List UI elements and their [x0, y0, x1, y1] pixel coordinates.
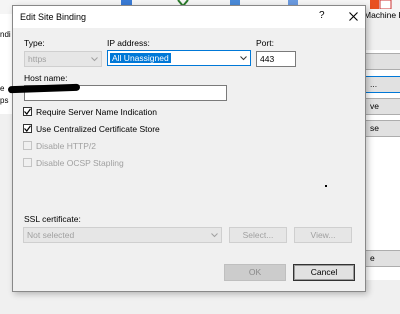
host-name-label: Host name: — [24, 73, 68, 83]
disable-http2-label[interactable]: Disable HTTP/2 — [36, 141, 96, 151]
port-input[interactable]: 443 — [256, 51, 296, 67]
view-certificate-button[interactable]: View... — [294, 227, 352, 243]
type-select[interactable]: https — [24, 51, 102, 67]
centralized-cert-store-label[interactable]: Use Centralized Certificate Store — [36, 124, 160, 134]
ssl-certificate-label: SSL certificate: — [24, 214, 81, 224]
machine-label: Machine K — [364, 10, 400, 20]
edit-site-binding-dialog: Edit Site Binding ? Type: https IP addre… — [12, 5, 366, 292]
side-button[interactable]: ... — [364, 76, 400, 93]
disable-ocsp-label[interactable]: Disable OCSP Stapling — [36, 158, 124, 168]
chevron-down-icon — [240, 56, 247, 61]
dialog-title: Edit Site Binding — [20, 12, 87, 22]
disable-http2-checkbox[interactable] — [23, 141, 32, 150]
ssl-certificate-value: Not selected — [27, 230, 75, 240]
checkmark-icon — [24, 108, 31, 115]
close-icon — [348, 12, 358, 21]
side-button[interactable]: ve — [364, 98, 400, 115]
stray-dot — [325, 185, 327, 187]
sni-checkbox-label[interactable]: Require Server Name Indication — [36, 107, 157, 117]
centralized-cert-store-checkbox[interactable] — [23, 124, 32, 133]
side-button[interactable] — [364, 53, 400, 70]
select-certificate-button[interactable]: Select... — [229, 227, 287, 243]
left-panel-fragment: ndi — [0, 30, 11, 39]
type-value: https — [28, 54, 47, 64]
left-panel-fragment: e — [0, 84, 5, 93]
ssl-certificate-select[interactable]: Not selected — [23, 227, 222, 243]
dialog-titlebar: Edit Site Binding ? — [13, 6, 365, 28]
toolbar-icon — [370, 0, 392, 9]
left-panel-fragment: ps — [0, 96, 9, 105]
chevron-down-icon — [211, 233, 218, 238]
checkmark-icon — [24, 125, 31, 132]
cancel-button[interactable]: Cancel — [293, 264, 355, 281]
help-button[interactable]: ? — [319, 10, 325, 21]
ip-address-value: All Unassigned — [110, 53, 171, 63]
ok-button[interactable]: OK — [224, 264, 286, 281]
type-label: Type: — [24, 38, 45, 48]
chevron-down-icon — [91, 57, 98, 62]
ip-address-select[interactable]: All Unassigned — [107, 50, 251, 66]
side-button[interactable]: se — [364, 120, 400, 137]
sni-checkbox[interactable] — [23, 107, 32, 116]
disable-ocsp-checkbox[interactable] — [23, 158, 32, 167]
ip-address-label: IP address: — [107, 38, 150, 48]
port-label: Port: — [256, 38, 274, 48]
close-button[interactable] — [343, 8, 363, 26]
side-button[interactable]: e — [364, 250, 400, 267]
